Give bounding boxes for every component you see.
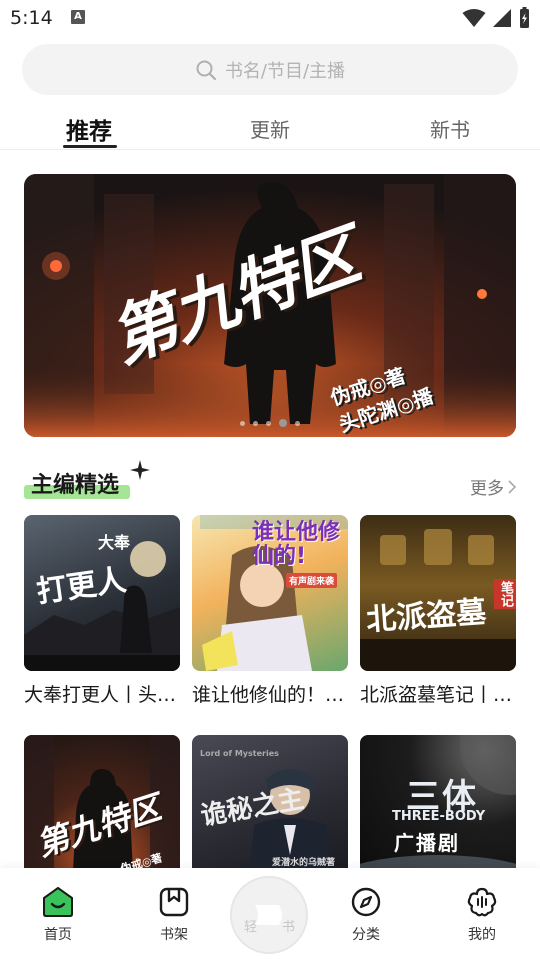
notification-icon: A [71,10,85,24]
status-time: 5:14 [10,7,53,29]
book-cover-label: 大奉 [98,533,131,552]
search-input[interactable]: 书名/节目/主播 [22,44,518,95]
tab-recommend[interactable]: 推荐 [66,112,112,146]
section-title: 主编精选 [31,473,120,498]
book-cover-badge: 有声剧来袭 [286,573,338,588]
now-playing-label-left: 轻 [244,920,258,935]
book-title: 北派盗墓笔记丨陶子... [360,684,516,706]
more-link[interactable]: 更多 [470,474,516,499]
book-cover-subtitle: Lord of Mysteries [200,749,279,758]
book-card[interactable]: 谁让他修仙的! 有声剧来袭 谁让他修仙的！丨... [192,515,348,707]
book-card[interactable]: 打更人 大奉 大奉打更人丨头陀渊... [24,515,180,707]
book-card[interactable]: 北派盗墓 笔记 北派盗墓笔记丨陶子... [360,515,516,707]
book-cover: 北派盗墓 笔记 [360,515,516,671]
cell-signal-icon [493,9,511,27]
status-icons [462,7,530,29]
nav-home[interactable]: 首页 [28,886,88,944]
profile-flower-icon [467,887,497,917]
sparkle-icon [130,460,150,480]
bookshelf-icon [159,887,189,917]
search-placeholder: 书名/节目/主播 [224,60,346,82]
home-icon [43,887,73,917]
tab-new-books[interactable]: 新书 [430,114,470,143]
book-title: 大奉打更人丨头陀渊... [24,684,180,706]
book-cover-title: 谁让他修仙的! [252,520,341,569]
book-cover-credit: 广播剧 [394,831,460,855]
tab-updates[interactable]: 更新 [250,114,290,143]
search-icon [196,60,217,80]
top-tabs: 推荐 更新 新书 [0,108,540,150]
book-cover: 打更人 大奉 [24,515,180,671]
bottom-nav: 首页 书架 轻 书 分类 我的 [0,868,540,960]
now-playing-label-right: 书 [282,920,296,935]
nav-profile[interactable]: 我的 [452,886,512,944]
book-cover-badge: 笔记 [494,579,516,609]
status-bar: 5:14 A [0,0,540,36]
nav-bookshelf[interactable]: 书架 [144,886,204,944]
carousel-dot-active[interactable] [279,419,287,427]
compass-icon [351,887,381,917]
carousel-dot[interactable] [266,420,271,426]
nav-bookshelf-label: 书架 [160,927,188,943]
nav-categories-label: 分类 [352,927,380,943]
now-playing-disc[interactable] [230,876,308,954]
nav-profile-label: 我的 [468,927,496,943]
carousel-dot[interactable] [253,420,258,426]
carousel-dot[interactable] [295,420,300,426]
wifi-icon [462,9,486,27]
banner-carousel[interactable]: 第九特区 伪戒◎著 头陀渊◎播 [24,174,516,437]
tab-indicator [63,145,117,148]
book-cover: 谁让他修仙的! 有声剧来袭 [192,515,348,671]
book-cover-title: 北派盗墓 [365,594,488,639]
more-label: 更多 [470,479,504,499]
chevron-right-icon [508,479,516,494]
section-header: 主编精选 [24,467,130,499]
nav-categories[interactable]: 分类 [336,886,396,944]
battery-icon [520,7,529,28]
book-title: 谁让他修仙的！丨... [192,684,348,706]
carousel-dots [24,419,516,427]
book-cover-subtitle: THREE-BODY [392,809,486,824]
nav-home-label: 首页 [44,927,72,943]
book-cover-credit: 爱潜水的乌贼著 [272,858,336,868]
carousel-dot[interactable] [240,420,245,426]
